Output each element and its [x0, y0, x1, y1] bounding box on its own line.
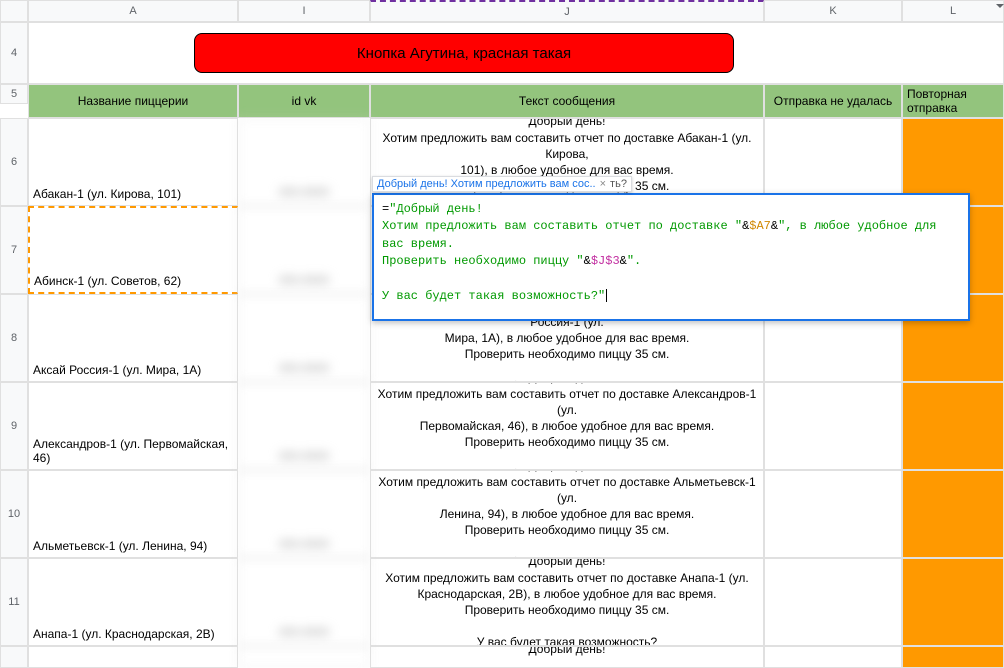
cell-resend[interactable]: [902, 382, 1004, 470]
formula-preview-chip[interactable]: Добрый день! Хотим предложить вам сос.. …: [372, 176, 632, 192]
subheader-id[interactable]: id vk: [238, 84, 370, 118]
col-label: A: [129, 5, 136, 17]
formula-preview-text: Добрый день! Хотим предложить вам сос..: [377, 178, 596, 190]
cell-vk-id[interactable]: 000.0000: [238, 470, 370, 558]
chevron-down-icon: [996, 4, 1004, 8]
cell-message-text[interactable]: Добрый день!Хотим предложить вам состави…: [370, 558, 764, 646]
cell-resend[interactable]: [902, 558, 1004, 646]
cell-message-text[interactable]: Добрый день!Хотим предложить вам состави…: [370, 382, 764, 470]
row-header-5[interactable]: 5: [0, 84, 28, 104]
row-header[interactable]: 10: [0, 470, 28, 558]
cell-vk-id[interactable]: 000.0000: [238, 206, 370, 294]
cell-pizzeria-name[interactable]: [28, 646, 238, 668]
cell-pizzeria-name[interactable]: Аксай Россия-1 (ул. Мира, 1А): [28, 294, 238, 382]
subheader-name[interactable]: Название пиццерии: [28, 84, 238, 118]
row-header-4[interactable]: 4: [0, 22, 28, 84]
cell-resend[interactable]: [902, 646, 1004, 668]
button-label: Кнопка Агутина, красная такая: [357, 45, 571, 62]
cell-vk-id[interactable]: 000.0000: [238, 294, 370, 382]
cell-message-text[interactable]: Добрый день!: [370, 646, 764, 668]
cell-pizzeria-name[interactable]: Анапа-1 (ул. Краснодарская, 2В): [28, 558, 238, 646]
cell-send-failed[interactable]: [764, 646, 902, 668]
cell-send-failed[interactable]: [764, 558, 902, 646]
row-header[interactable]: 9: [0, 382, 28, 470]
row-header[interactable]: 8: [0, 294, 28, 382]
cell-pizzeria-name[interactable]: Абинск-1 (ул. Советов, 62): [28, 206, 238, 294]
cell-message-text[interactable]: Добрый день!Хотим предложить вам состави…: [370, 470, 764, 558]
row-header[interactable]: [0, 646, 28, 668]
col-header-J[interactable]: J: [370, 0, 764, 22]
cell-send-failed[interactable]: [764, 382, 902, 470]
cell-vk-id[interactable]: 000.0000: [238, 118, 370, 206]
cell-pizzeria-name[interactable]: Альметьевск-1 (ул. Ленина, 94): [28, 470, 238, 558]
col-header-K[interactable]: K: [764, 0, 902, 22]
cell-vk-id[interactable]: [238, 646, 370, 668]
cell-resend[interactable]: [902, 470, 1004, 558]
cell-pizzeria-name[interactable]: Абакан-1 (ул. Кирова, 101): [28, 118, 238, 206]
row-header[interactable]: 11: [0, 558, 28, 646]
text-caret: [606, 289, 607, 302]
select-all-corner[interactable]: [0, 0, 28, 22]
close-icon[interactable]: ×: [600, 178, 606, 190]
cell-pizzeria-name[interactable]: Александров-1 (ул. Первомайская, 46): [28, 382, 238, 470]
subheader-fail[interactable]: Отправка не удалась: [764, 84, 902, 118]
cell-editor[interactable]: ="Добрый день! Хотим предложить вам сост…: [372, 193, 970, 321]
formula-text[interactable]: ="Добрый день! Хотим предложить вам сост…: [374, 195, 968, 319]
formula-preview-rest: ть?: [610, 178, 627, 190]
row-header[interactable]: 6: [0, 118, 28, 206]
cell-vk-id[interactable]: 000.0000: [238, 382, 370, 470]
spreadsheet[interactable]: A I J K L 4 Кнопка Агутина, красная така…: [0, 0, 1004, 624]
row-header[interactable]: 7: [0, 206, 28, 294]
cell-vk-id[interactable]: 000.0000: [238, 558, 370, 646]
agutin-button[interactable]: Кнопка Агутина, красная такая: [194, 33, 734, 73]
col-header-L[interactable]: L: [902, 0, 1004, 22]
cell-send-failed[interactable]: [764, 470, 902, 558]
col-header-A[interactable]: A: [28, 0, 238, 22]
subheader-retry[interactable]: Повторная отправка: [902, 84, 1004, 118]
col-header-I[interactable]: I: [238, 0, 370, 22]
subheader-msg[interactable]: Текст сообщения: [370, 84, 764, 118]
